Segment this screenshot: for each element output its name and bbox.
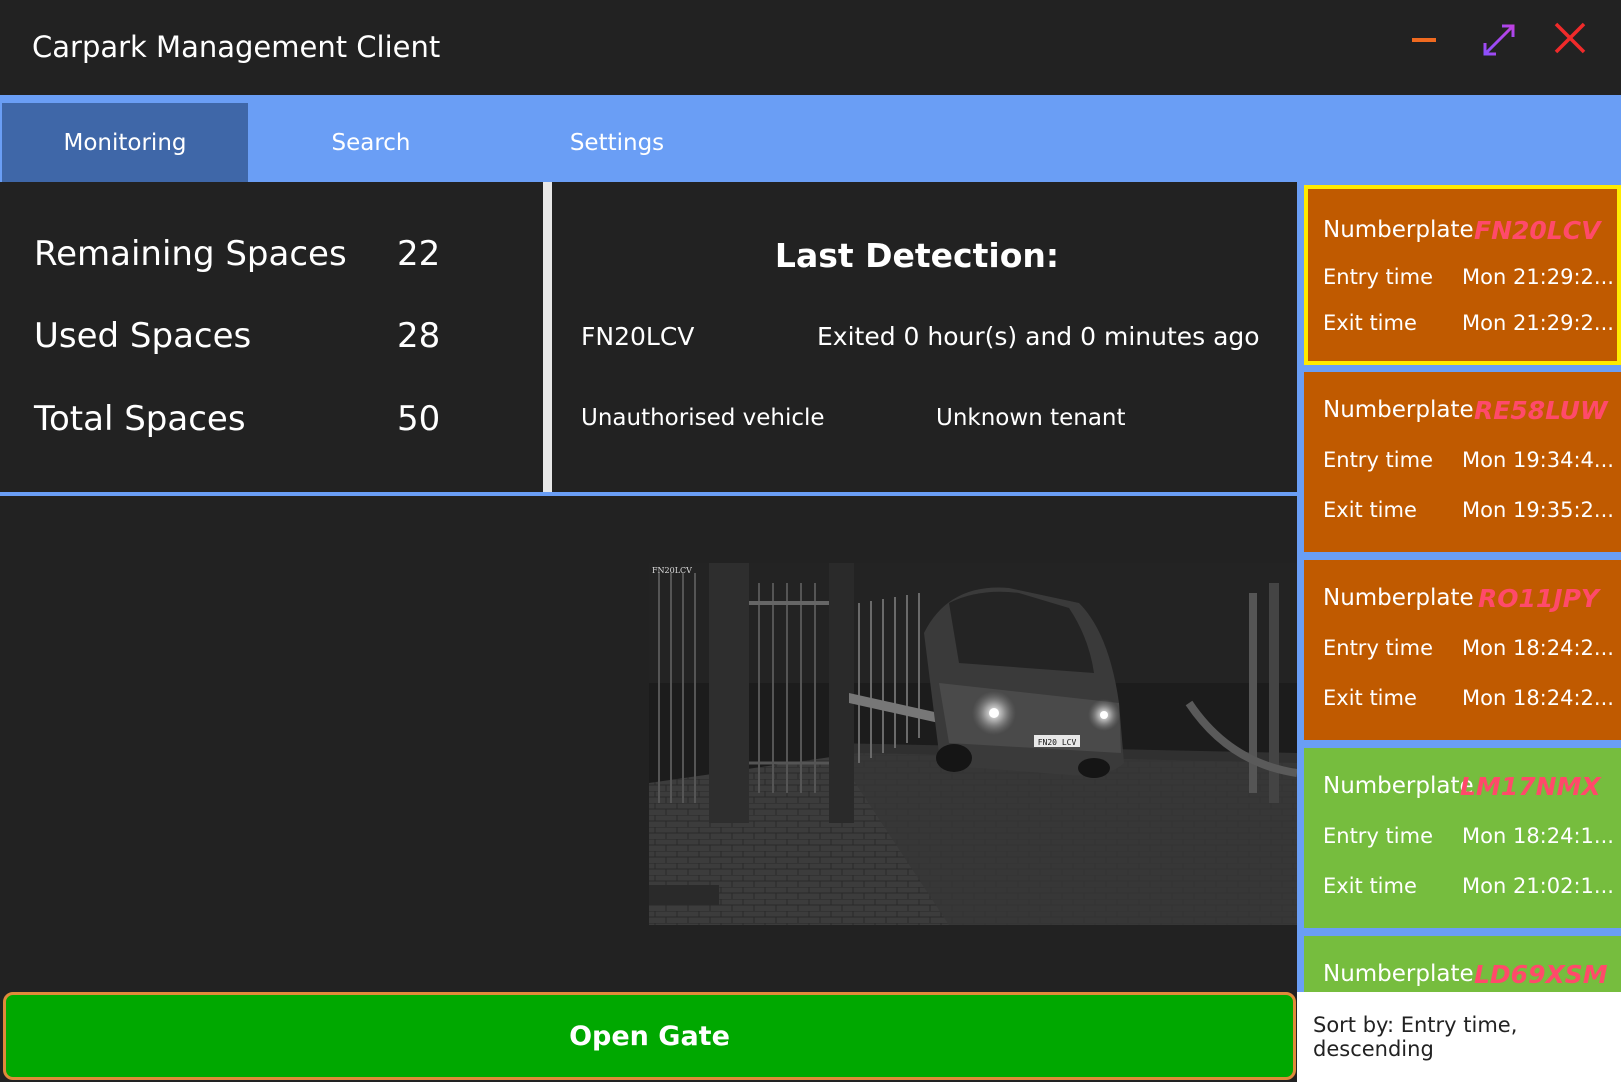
numberplate-label: Numberplate bbox=[1323, 397, 1474, 423]
remaining-spaces-value: 22 bbox=[397, 234, 441, 274]
exit-time-value: Mon 21:02:1... bbox=[1462, 874, 1614, 898]
numberplate-label: Numberplate bbox=[1323, 217, 1474, 243]
entry-time-value: Mon 19:34:4... bbox=[1462, 448, 1614, 472]
vehicle-card[interactable]: Numberplate FN20LCV Entry time Mon 21:29… bbox=[1304, 185, 1621, 365]
space-stats-panel: Remaining Spaces 22 Used Spaces 28 Total… bbox=[0, 182, 543, 492]
camera-caption: FN20LCV bbox=[652, 566, 692, 575]
plate-value: RE58LUW bbox=[1474, 396, 1608, 425]
remaining-spaces-label: Remaining Spaces bbox=[34, 234, 347, 274]
minimize-icon bbox=[1412, 38, 1436, 42]
entry-time-value: Mon 21:29:2... bbox=[1462, 265, 1614, 289]
exit-status: Exited 0 hour(s) and 0 minutes ago bbox=[817, 322, 1260, 351]
panel-divider bbox=[543, 182, 552, 492]
plate-value: LD69XSM bbox=[1474, 960, 1608, 989]
open-gate-button[interactable]: Open Gate bbox=[3, 992, 1296, 1080]
vehicle-card[interactable]: Numberplate LM17NMX Entry time Mon 18:24… bbox=[1304, 748, 1621, 928]
entry-time-label: Entry time bbox=[1323, 265, 1433, 289]
tab-settings[interactable]: Settings bbox=[494, 103, 740, 182]
exit-time-label: Exit time bbox=[1323, 874, 1417, 898]
total-spaces-label: Total Spaces bbox=[34, 399, 246, 439]
camera-snapshot: FN20 LCV FN20LCV bbox=[649, 563, 1297, 925]
plate-value: LM17NMX bbox=[1460, 772, 1601, 801]
vehicle-list[interactable]: Numberplate FN20LCV Entry time Mon 21:29… bbox=[1297, 182, 1621, 992]
exit-time-value: Mon 18:24:2... bbox=[1462, 686, 1614, 710]
vehicle-card[interactable]: Numberplate LD69XSM bbox=[1304, 936, 1621, 992]
close-button[interactable] bbox=[1546, 18, 1606, 68]
tab-monitoring[interactable]: Monitoring bbox=[2, 103, 248, 182]
vehicle-card[interactable]: Numberplate RE58LUW Entry time Mon 19:34… bbox=[1304, 372, 1621, 552]
title-bar[interactable]: Carpark Management Client bbox=[0, 0, 1621, 95]
authorisation-status: Unauthorised vehicle bbox=[581, 405, 825, 431]
tab-search[interactable]: Search bbox=[248, 103, 494, 182]
app-window: Carpark Management Client Monitoring Sea… bbox=[0, 0, 1621, 1082]
camera-plate-text: FN20 LCV bbox=[1038, 738, 1077, 747]
exit-time-label: Exit time bbox=[1323, 686, 1417, 710]
numberplate-label: Numberplate bbox=[1323, 585, 1474, 611]
tab-bar: Monitoring Search Settings bbox=[0, 95, 1621, 182]
expand-arrows-icon bbox=[1483, 24, 1515, 56]
exit-time-label: Exit time bbox=[1323, 498, 1417, 522]
camera-image: FN20 LCV FN20LCV bbox=[649, 563, 1297, 925]
detected-plate: FN20LCV bbox=[581, 322, 695, 351]
used-spaces-label: Used Spaces bbox=[34, 316, 252, 356]
sort-selector[interactable]: Sort by: Entry time, descending bbox=[1297, 992, 1621, 1082]
entry-time-label: Entry time bbox=[1323, 448, 1433, 472]
window-title: Carpark Management Client bbox=[32, 30, 441, 64]
entry-time-label: Entry time bbox=[1323, 824, 1433, 848]
numberplate-label: Numberplate bbox=[1323, 961, 1474, 987]
plate-value: FN20LCV bbox=[1474, 216, 1601, 245]
entry-time-value: Mon 18:24:2... bbox=[1462, 636, 1614, 660]
entry-time-label: Entry time bbox=[1323, 636, 1433, 660]
tenant-status: Unknown tenant bbox=[936, 405, 1126, 431]
numberplate-label: Numberplate bbox=[1323, 773, 1474, 799]
minimize-button[interactable] bbox=[1396, 18, 1456, 68]
maximize-button[interactable] bbox=[1470, 18, 1530, 68]
vehicle-card[interactable]: Numberplate RO11JPY Entry time Mon 18:24… bbox=[1304, 560, 1621, 740]
exit-time-label: Exit time bbox=[1323, 311, 1417, 335]
last-detection-title: Last Detection: bbox=[774, 236, 1060, 275]
entry-time-value: Mon 18:24:1... bbox=[1462, 824, 1614, 848]
plate-value: RO11JPY bbox=[1478, 584, 1600, 613]
section-divider bbox=[0, 492, 1297, 496]
used-spaces-value: 28 bbox=[397, 316, 441, 356]
exit-time-value: Mon 21:29:2... bbox=[1462, 311, 1614, 335]
last-detection-panel: Last Detection: FN20LCV Exited 0 hour(s)… bbox=[552, 182, 1297, 492]
exit-time-value: Mon 19:35:2... bbox=[1462, 498, 1614, 522]
close-icon bbox=[1554, 22, 1586, 54]
total-spaces-value: 50 bbox=[397, 399, 441, 439]
